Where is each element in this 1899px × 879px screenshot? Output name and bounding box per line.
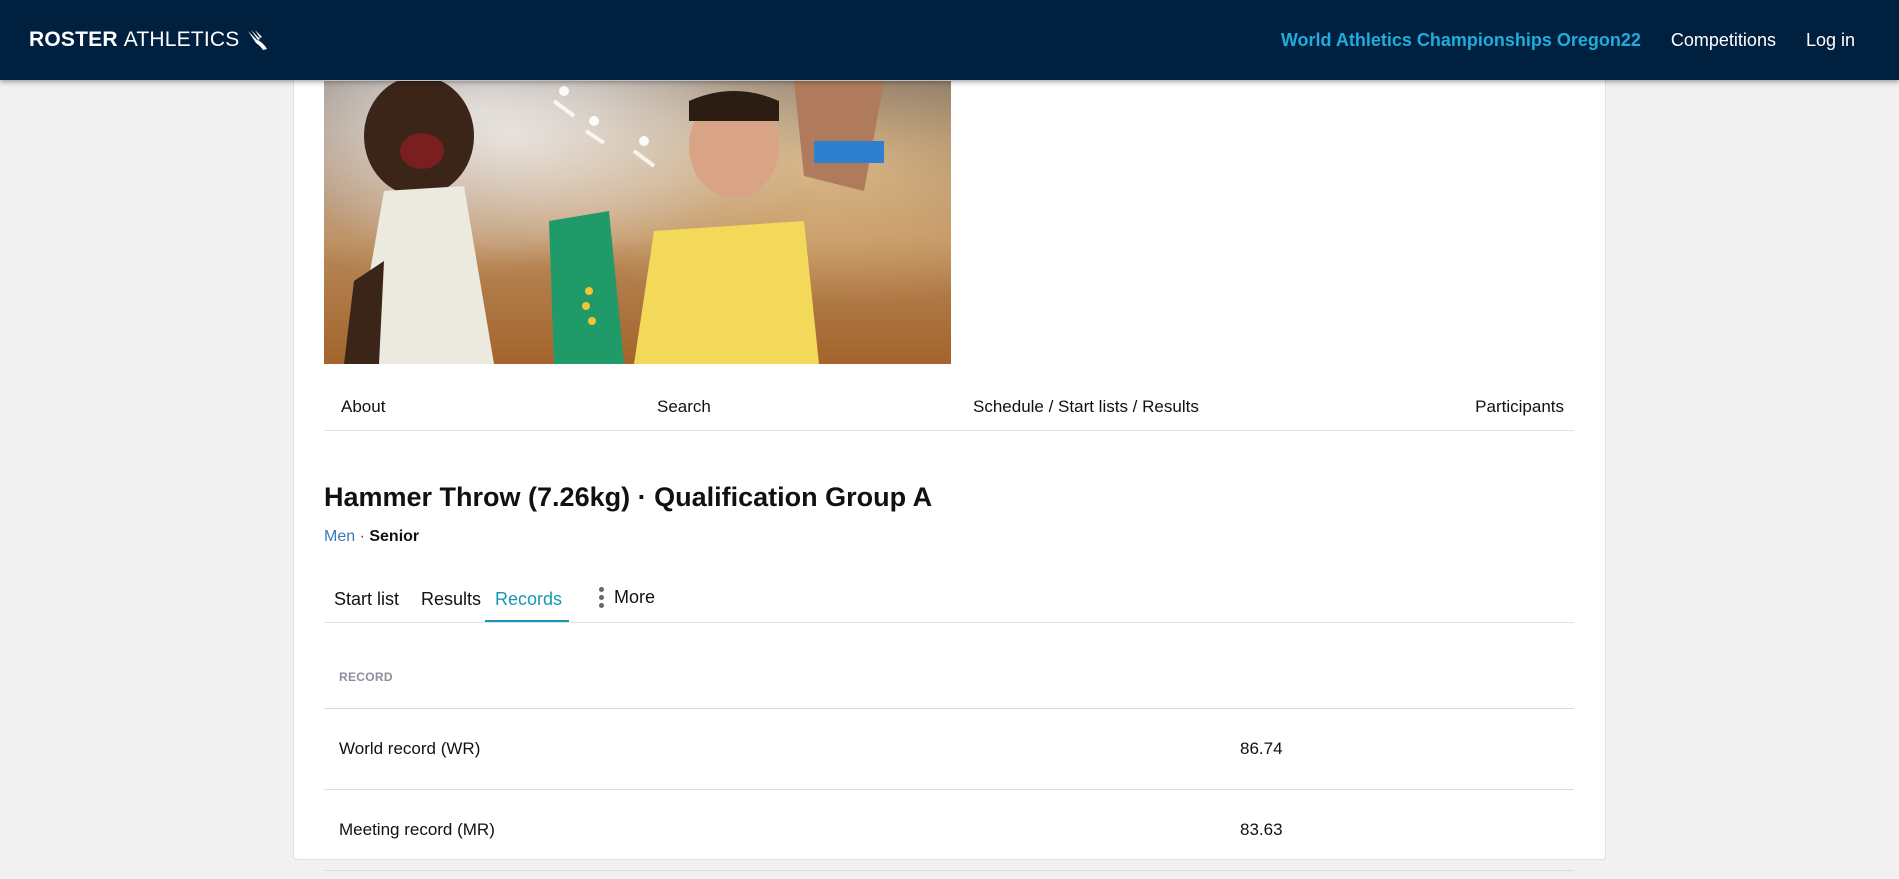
nav-link-championship[interactable]: World Athletics Championships Oregon22 xyxy=(1281,30,1641,51)
table-row: World record (WR) 86.74 xyxy=(324,709,1574,790)
section-tab-search[interactable]: Search xyxy=(657,397,711,417)
record-name: World record (WR) xyxy=(339,739,481,758)
event-title: Hammer Throw (7.26kg) · Qualification Gr… xyxy=(324,482,933,512)
winged-shoe-icon xyxy=(245,27,271,53)
section-tab-participants[interactable]: Participants xyxy=(1475,397,1564,417)
section-tabs: About Search Schedule / Start lists / Re… xyxy=(324,384,1574,431)
records-table-header: RECORD xyxy=(324,653,1574,709)
more-menu-button[interactable]: More xyxy=(594,587,655,608)
gender-link[interactable]: Men xyxy=(324,528,355,545)
event-meta: Men · Senior xyxy=(324,528,419,546)
nav-link-login[interactable]: Log in xyxy=(1806,30,1855,51)
tab-results[interactable]: Results xyxy=(421,589,481,610)
brand-bold: ROSTER xyxy=(29,28,118,51)
tab-records[interactable]: Records xyxy=(495,589,562,610)
record-value: 86.74 xyxy=(1240,739,1283,758)
records-table: RECORD World record (WR) 86.74 Meeting r… xyxy=(324,653,1574,871)
table-row: Meeting record (MR) 83.63 xyxy=(324,790,1574,871)
record-name: Meeting record (MR) xyxy=(339,820,495,839)
tab-start-list[interactable]: Start list xyxy=(334,589,399,610)
top-navbar: ROSTER ATHLETICS World Athletics Champio… xyxy=(0,0,1899,80)
brand-logo[interactable]: ROSTER ATHLETICS xyxy=(29,27,271,53)
more-label: More xyxy=(614,587,656,607)
brand-light: ATHLETICS xyxy=(123,28,240,51)
column-header-record: RECORD xyxy=(339,670,393,684)
section-tab-about[interactable]: About xyxy=(341,397,385,417)
active-tab-underline xyxy=(485,620,569,622)
main-card: About Search Schedule / Start lists / Re… xyxy=(293,40,1606,871)
category-label: Senior xyxy=(369,528,420,545)
meta-separator: · xyxy=(359,528,370,545)
nav-link-competitions[interactable]: Competitions xyxy=(1671,30,1776,51)
kebab-menu-icon xyxy=(594,587,608,608)
section-tab-schedule[interactable]: Schedule / Start lists / Results xyxy=(973,397,1199,417)
nav-links: World Athletics Championships Oregon22 C… xyxy=(1281,30,1855,51)
hero-banner-image xyxy=(324,81,951,364)
event-sub-tabs: Start list Results Records More xyxy=(324,577,1574,623)
record-value: 83.63 xyxy=(1240,820,1283,839)
